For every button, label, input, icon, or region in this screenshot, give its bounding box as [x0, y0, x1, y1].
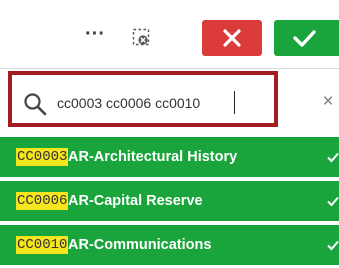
selection-toolbar: ···	[0, 0, 339, 68]
list-item[interactable]: CC0010 AR-Communications	[0, 225, 339, 265]
close-icon	[223, 29, 241, 47]
check-icon	[327, 152, 339, 163]
item-label: AR-Architectural History	[68, 149, 238, 165]
item-label: AR-Capital Reserve	[68, 193, 203, 209]
lasso-select-icon[interactable]	[132, 28, 152, 48]
matched-code: CC0003	[16, 148, 69, 166]
item-label: AR-Communications	[68, 237, 212, 253]
clear-icon[interactable]: ×	[320, 92, 336, 112]
more-options-button[interactable]: ···	[80, 24, 110, 49]
search-annotation-outline	[8, 71, 278, 127]
check-icon	[327, 196, 339, 207]
row-divider	[0, 177, 339, 179]
check-icon	[293, 30, 316, 47]
confirm-selection-button[interactable]	[274, 20, 339, 56]
list-item[interactable]: CC0006 AR-Capital Reserve	[0, 181, 339, 221]
check-icon	[327, 240, 339, 251]
list-item[interactable]: CC0003 AR-Architectural History	[0, 137, 339, 177]
matched-code: CC0006	[16, 192, 69, 210]
row-divider	[0, 221, 339, 223]
matched-code: CC0010	[16, 236, 69, 254]
cancel-selection-button[interactable]	[202, 20, 262, 56]
